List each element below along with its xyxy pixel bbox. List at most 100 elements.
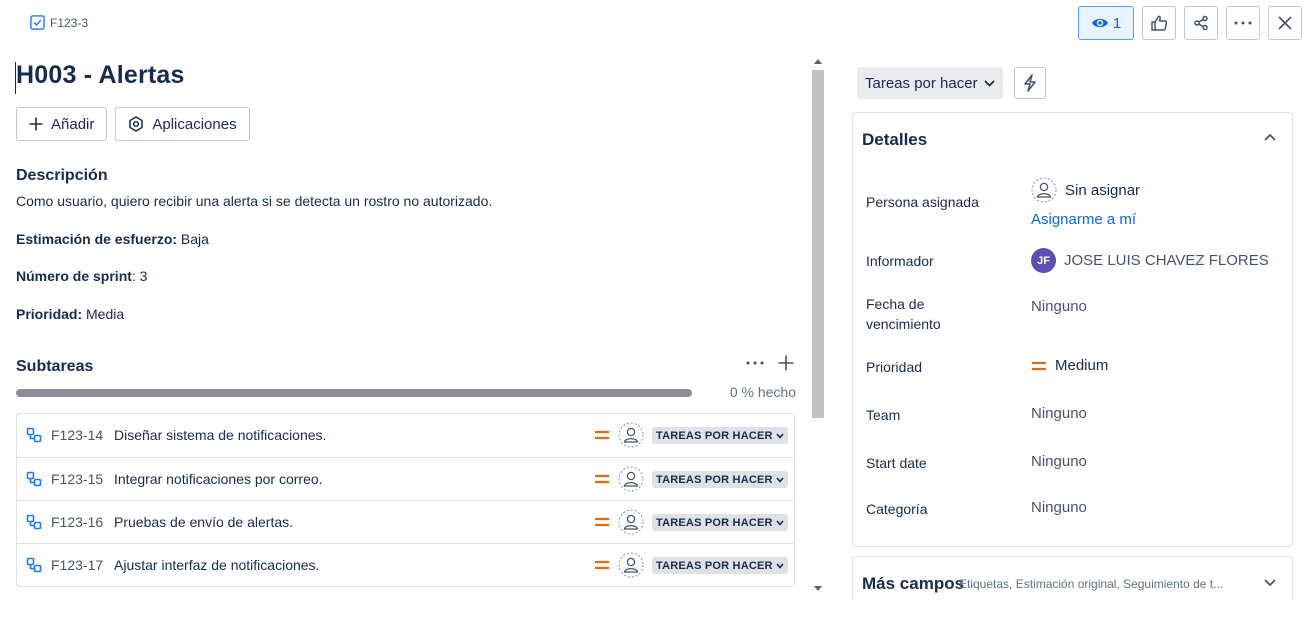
unassigned-avatar-icon[interactable] xyxy=(618,466,644,492)
priority-text-value: Media xyxy=(82,306,125,322)
due-date-label: Fecha de vencimiento xyxy=(866,296,941,332)
assignee-value-text: Sin asignar xyxy=(1065,181,1141,199)
priority-text-label: Prioridad: xyxy=(16,306,83,322)
subtasks-heading: Subtareas xyxy=(16,358,94,375)
subtask-row[interactable]: F123-15 Integrar notificaciones por corr… xyxy=(17,457,794,500)
details-panel: Detalles Persona asignada Sin asignar As… xyxy=(852,112,1293,547)
priority-medium-icon xyxy=(1032,361,1046,370)
watch-button[interactable]: 1 xyxy=(1078,6,1134,40)
issue-main-pane: H003 - Alertas Añadir Aplicaciones Descr… xyxy=(15,52,796,597)
subtask-key[interactable]: F123-16 xyxy=(51,514,103,530)
assignee-value[interactable]: Sin asignar xyxy=(1031,177,1140,203)
unassigned-avatar-icon xyxy=(1031,177,1057,203)
subtask-status-label: TAREAS POR HACER xyxy=(656,559,773,572)
apps-button[interactable]: Aplicaciones xyxy=(115,107,250,141)
watch-count: 1 xyxy=(1112,14,1122,32)
category-label: Categoría xyxy=(866,501,928,517)
subtask-summary[interactable]: Ajustar interfaz de notificaciones. xyxy=(114,557,319,573)
priority-medium-icon xyxy=(595,517,609,527)
sprint-number-field: Número de sprint: 3 xyxy=(16,268,147,284)
category-value[interactable]: Ninguno xyxy=(1031,499,1087,516)
subtask-summary[interactable]: Diseñar sistema de notificaciones. xyxy=(114,427,326,443)
apps-hexagon-icon xyxy=(129,116,144,132)
top-bar: F123-3 1 xyxy=(0,0,1308,48)
add-subtask-plus-icon[interactable] xyxy=(778,355,794,371)
unassigned-avatar-icon[interactable] xyxy=(618,509,644,535)
share-button[interactable] xyxy=(1184,6,1218,40)
subtasks-progress-text: 0 % hecho xyxy=(729,384,796,400)
subtask-row[interactable]: F123-16 Pruebas de envío de alertas. TAR… xyxy=(17,500,794,543)
eye-icon xyxy=(1091,18,1108,28)
chevron-down-icon xyxy=(1264,579,1276,587)
description-text[interactable]: Como usuario, quiero recibir una alerta … xyxy=(16,193,492,209)
reporter-value[interactable]: JF JOSE LUIS CHAVEZ FLORES xyxy=(1031,248,1269,273)
status-dropdown-button[interactable]: Tareas por hacer xyxy=(857,67,1003,99)
priority-medium-icon xyxy=(595,474,609,484)
unassigned-avatar-icon[interactable] xyxy=(618,552,644,578)
more-icon xyxy=(1234,21,1252,25)
subtask-icon xyxy=(26,514,42,530)
details-heading[interactable]: Detalles xyxy=(862,130,927,150)
chevron-down-icon xyxy=(776,432,784,439)
subtask-status-label: TAREAS POR HACER xyxy=(656,429,773,442)
effort-estimate-label: Estimación de esfuerzo: xyxy=(16,231,178,247)
thumbs-up-icon xyxy=(1151,15,1168,31)
chevron-down-icon xyxy=(983,79,995,87)
priority-value[interactable]: Medium xyxy=(1031,357,1108,374)
scroll-down-arrow-icon[interactable] xyxy=(814,586,822,591)
scrollbar-thumb[interactable] xyxy=(812,70,824,418)
team-label: Team xyxy=(866,407,901,423)
subtasks-more-icon[interactable] xyxy=(746,361,764,365)
subtask-row[interactable]: F123-14 Diseñar sistema de notificacione… xyxy=(17,414,794,457)
priority-field: Prioridad: Media xyxy=(16,306,124,322)
priority-value-text: Medium xyxy=(1055,357,1109,374)
breadcrumb-issue-key[interactable]: F123-3 xyxy=(50,16,88,30)
more-actions-button[interactable] xyxy=(1226,6,1260,40)
more-fields-panel[interactable]: Más campos Etiquetas, Estimación origina… xyxy=(852,556,1293,601)
automation-button[interactable] xyxy=(1014,67,1046,99)
subtask-key[interactable]: F123-17 xyxy=(51,557,103,573)
apps-button-label: Aplicaciones xyxy=(152,115,237,133)
chevron-down-icon xyxy=(776,519,784,526)
description-heading: Descripción xyxy=(16,167,108,184)
effort-estimate-field: Estimación de esfuerzo: Baja xyxy=(16,231,209,247)
subtask-status-dropdown[interactable]: TAREAS POR HACER xyxy=(652,471,788,488)
subtask-summary[interactable]: Integrar notificaciones por correo. xyxy=(114,471,323,487)
subtask-icon xyxy=(26,471,42,487)
subtask-status-dropdown[interactable]: TAREAS POR HACER xyxy=(652,427,788,444)
main-pane-scrollbar[interactable] xyxy=(810,52,826,597)
subtask-status-dropdown[interactable]: TAREAS POR HACER xyxy=(652,514,788,531)
add-button-label: Añadir xyxy=(51,115,95,133)
more-fields-summary: Etiquetas, Estimación original, Seguimie… xyxy=(959,577,1224,591)
add-button[interactable]: Añadir xyxy=(16,107,108,141)
close-icon xyxy=(1278,16,1292,30)
subtask-row[interactable]: F123-17 Ajustar interfaz de notificacion… xyxy=(17,543,794,586)
subtask-status-label: TAREAS POR HACER xyxy=(656,473,773,486)
start-date-value[interactable]: Ninguno xyxy=(1031,453,1087,470)
close-button[interactable] xyxy=(1268,6,1302,40)
task-checkbox-icon xyxy=(30,15,45,30)
chevron-up-icon[interactable] xyxy=(1264,133,1276,141)
issue-title[interactable]: H003 - Alertas xyxy=(16,61,185,90)
assign-to-me-link[interactable]: Asignarme a mí xyxy=(1031,211,1136,228)
subtask-summary[interactable]: Pruebas de envío de alertas. xyxy=(114,514,293,530)
unassigned-avatar-icon[interactable] xyxy=(618,422,644,448)
priority-medium-icon xyxy=(595,430,609,440)
like-button[interactable] xyxy=(1142,6,1176,40)
subtask-key[interactable]: F123-15 xyxy=(51,471,103,487)
subtask-key[interactable]: F123-14 xyxy=(51,427,103,443)
lightning-bolt-icon xyxy=(1024,74,1036,92)
subtask-status-label: TAREAS POR HACER xyxy=(656,516,773,529)
subtask-status-dropdown[interactable]: TAREAS POR HACER xyxy=(652,557,788,574)
subtask-icon xyxy=(26,427,42,443)
scroll-up-arrow-icon[interactable] xyxy=(814,59,822,64)
team-value[interactable]: Ninguno xyxy=(1031,405,1087,422)
due-date-value[interactable]: Ninguno xyxy=(1031,298,1087,315)
more-fields-heading: Más campos xyxy=(862,574,965,593)
priority-medium-icon xyxy=(595,560,609,570)
chevron-down-icon xyxy=(776,562,784,569)
subtasks-progress-bar xyxy=(16,389,692,397)
reporter-name: JOSE LUIS CHAVEZ FLORES xyxy=(1064,252,1269,269)
reporter-label: Informador xyxy=(866,253,934,269)
breadcrumb[interactable]: F123-3 xyxy=(30,15,88,30)
